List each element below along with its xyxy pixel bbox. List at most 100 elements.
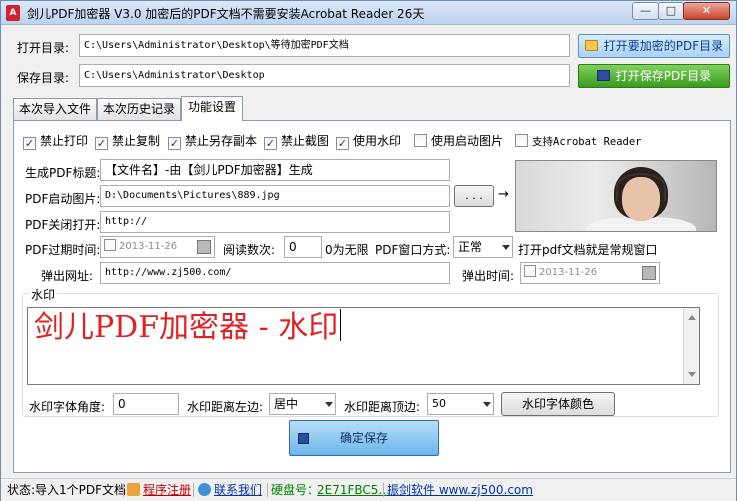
open-encrypt-dir-button[interactable]: 打开要加密的PDF目录 [578,34,730,58]
window-title: 剑儿PDF加密器 V3.0 加密后的PDF文档不需要安装Acrobat Read… [27,7,425,21]
floppy-disk-icon [596,70,610,81]
wm-top-label: 水印距离顶边: [344,400,421,414]
open-save-dir-label: 打开保存PDF目录 [615,69,712,83]
browse-image-button[interactable]: . . . [454,185,494,207]
disk-label: 硬盘号： [271,483,320,497]
chevron-down-icon [502,245,510,250]
status-bar: 状态:导入1个PDF文档 程序注册 联系我们 硬盘号： 2E71FBC5... … [1,478,736,501]
scroll-up-icon[interactable] [688,315,696,320]
read-count-hint: 0为无限 [325,243,369,257]
popup-checkbox[interactable] [524,265,536,277]
wm-color-button[interactable]: 水印字体颜色 [501,392,615,416]
contact-icon [198,483,211,496]
option-no-save-copy[interactable]: ✓ 禁止另存副本 [168,134,258,150]
checkbox-checked-icon: ✓ [23,137,36,150]
checkbox-checked-icon: ✓ [168,137,181,150]
text-caret [340,309,342,341]
scroll-down-icon[interactable] [688,372,696,377]
pdf-app-icon: A [6,5,20,21]
start-image-label: PDF启动图片: [25,192,101,206]
calendar-icon[interactable] [642,266,656,280]
wm-left-select[interactable]: 居中 [269,393,336,415]
watermark-group-title: 水印 [29,286,58,303]
register-label: 程序注册 [143,483,192,497]
read-count-input[interactable]: 0 [284,236,322,258]
chevron-down-icon [483,402,491,407]
wm-top-select[interactable]: 50 [427,393,494,415]
watermark-text-input[interactable]: 剑儿PDF加密器 - 水印 [27,307,700,385]
chevron-down-icon [325,402,333,407]
popup-url-input[interactable]: http://www.zj500.com/ [100,262,450,284]
window-mode-label: PDF窗口方式: [375,243,451,257]
popup-url-label: 弹出网址: [41,269,94,283]
open-dir-label: 打开目录: [17,41,70,55]
pdf-title-input[interactable]: 【文件名】-由【剑儿PDF加密器】生成 [100,159,450,181]
window-mode-select[interactable]: 正常 [453,236,513,258]
website-link[interactable]: 振剑软件 www.zj500.com [387,479,533,501]
option-label: 禁止另存副本 [185,134,258,148]
wm-left-value: 居中 [274,397,299,411]
maximize-button[interactable]: □ [658,2,684,20]
checkbox-unchecked-icon [515,134,528,147]
option-no-screenshot[interactable]: ✓ 禁止截图 [264,134,330,150]
contact-label: 联系我们 [214,483,263,497]
wm-top-value: 50 [432,397,446,410]
option-label: 使用水印 [353,134,402,148]
register-link[interactable]: 程序注册 [127,479,191,501]
open-dir-input[interactable]: C:\Users\Administrator\Desktop\等待加密PDF文档 [79,34,570,57]
save-dir-input[interactable]: C:\Users\Administrator\Desktop [79,64,570,87]
minimize-button[interactable]: — [632,2,659,20]
checkbox-unchecked-icon [414,134,427,147]
start-image-preview [515,160,717,232]
checkbox-checked-icon: ✓ [336,137,349,150]
key-icon [127,483,140,496]
arrow-right-icon: → [498,187,509,202]
wm-angle-input[interactable]: 0 [113,393,179,415]
option-use-watermark[interactable]: ✓ 使用水印 [336,134,402,150]
wm-angle-label: 水印字体角度: [29,400,106,414]
checkbox-checked-icon: ✓ [95,137,108,150]
option-no-copy[interactable]: ✓ 禁止复制 [95,134,161,150]
option-label: 禁止截图 [281,134,330,148]
option-label: 使用启动图片 [431,134,504,148]
expire-date-value: 2013-11-26 [119,241,178,252]
tab-history[interactable]: 本次历史记录 [97,98,181,120]
watermark-scrollbar[interactable] [683,308,699,384]
option-label: 禁止打印 [40,134,89,148]
start-image-input[interactable]: D:\Documents\Pictures\889.jpg [100,185,450,207]
confirm-save-label: 确定保存 [339,431,388,445]
tab-imported-files[interactable]: 本次导入文件 [13,98,97,120]
app-window: A 剑儿PDF加密器 V3.0 加密后的PDF文档不需要安装Acrobat Re… [0,0,737,501]
option-no-print[interactable]: ✓ 禁止打印 [23,134,89,150]
status-imported: 状态:导入1个PDF文档 [7,483,127,497]
calendar-icon[interactable] [197,240,211,254]
expire-date-picker[interactable]: 2013-11-26 [100,236,215,258]
save-dir-label: 保存目录: [17,71,70,85]
read-count-label: 阅读数次: [223,243,276,257]
pdf-title-label: 生成PDF标题: [25,166,101,180]
checkbox-checked-icon: ✓ [264,137,277,150]
watermark-text-value: 剑儿PDF加密器 - 水印 [34,310,339,345]
popup-time-label: 弹出时间: [462,269,515,283]
tab-settings[interactable]: 功能设置 [181,96,243,121]
option-acrobat-support[interactable]: 支持Acrobat Reader [515,134,642,148]
wm-left-label: 水印距离左边: [187,400,264,414]
window-mode-hint: 打开pdf文档就是常规窗口 [518,243,658,257]
window-mode-value: 正常 [458,240,483,254]
close-open-input[interactable]: http:// [100,211,450,233]
popup-date-picker[interactable]: 2013-11-26 [520,262,660,284]
popup-date-value: 2013-11-26 [539,267,598,278]
option-label: 支持Acrobat Reader [532,136,642,148]
contact-link[interactable]: 联系我们 [198,479,262,501]
option-label: 禁止复制 [112,134,161,148]
close-button[interactable]: ✕ [683,2,730,20]
title-bar[interactable]: A 剑儿PDF加密器 V3.0 加密后的PDF文档不需要安装Acrobat Re… [1,1,736,25]
folder-icon [584,40,598,51]
expire-label: PDF过期时间: [25,243,101,257]
expire-checkbox[interactable] [104,239,116,251]
confirm-save-button[interactable]: 确定保存 [289,420,439,456]
open-save-dir-button[interactable]: 打开保存PDF目录 [578,64,730,88]
option-use-start-image[interactable]: 使用启动图片 [414,134,503,148]
open-encrypt-dir-label: 打开要加密的PDF目录 [603,39,724,53]
close-open-label: PDF关闭打开: [25,218,101,232]
